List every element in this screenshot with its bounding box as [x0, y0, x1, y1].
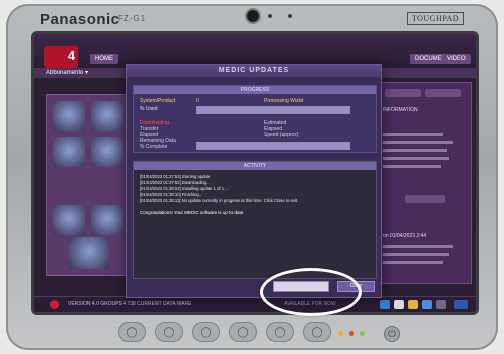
dialog-title: MEDIC UPDATES — [127, 65, 381, 77]
tile-icon[interactable] — [91, 205, 123, 235]
right-panel-button[interactable] — [405, 195, 445, 203]
tile-icon[interactable] — [69, 237, 109, 269]
hardware-button[interactable]: ◯ — [118, 322, 146, 342]
speed-label: Speed (approx) — [264, 132, 299, 138]
right-panel-tab[interactable] — [425, 89, 461, 97]
toughpad-badge: TOUGHPAD — [406, 12, 464, 25]
system-tray-icon[interactable] — [454, 300, 468, 309]
brand-label: Panasonic — [40, 11, 120, 28]
product-value: 0 — [196, 98, 199, 104]
app-logo: 4 — [44, 46, 78, 68]
nav-home[interactable]: HOME — [90, 54, 118, 64]
sensor-icon — [288, 14, 292, 18]
status-footer: VERSION 4.0 GROUPS 4 738 CURRENT DATA WA… — [34, 296, 476, 312]
hardware-button[interactable]: ◯ — [303, 322, 331, 342]
led-icon — [360, 331, 365, 336]
app-icon[interactable] — [422, 300, 432, 309]
app-icon[interactable] — [394, 300, 404, 309]
tile-icon[interactable] — [91, 137, 123, 167]
progress-bar-2 — [196, 142, 350, 150]
highlight-circle — [260, 268, 362, 316]
hardware-buttons: ◯ ◯ ◯ ◯ ◯ ◯ — [118, 322, 331, 342]
sensor-icon — [268, 14, 272, 18]
right-panel-line — [383, 133, 443, 136]
right-panel-date: on 01/04/2023 2:44 — [383, 233, 427, 239]
subscription-dropdown[interactable]: Abbonamento ▾ — [46, 69, 88, 76]
footer-status-text: VERSION 4.0 GROUPS 4 738 CURRENT DATA WA… — [68, 301, 192, 307]
nav-video[interactable]: VIDEO — [442, 54, 471, 64]
right-panel-line — [383, 245, 453, 248]
model-label: FZ-G1 — [118, 14, 147, 23]
stop-icon[interactable] — [50, 300, 59, 309]
right-panel-line — [383, 253, 449, 256]
right-panel: INFORMATION on 01/04/2023 2:44 — [376, 82, 472, 284]
right-panel-tab[interactable] — [385, 89, 421, 97]
windows-button[interactable]: ◯ — [266, 322, 294, 342]
left-panel — [46, 94, 128, 276]
power-button[interactable]: ⏻ — [384, 326, 400, 342]
log-line: [01/04/2023 01:27:53] Downloading... — [140, 180, 210, 185]
log-line: [01/04/2023 01:28:11] No update currentl… — [140, 198, 299, 203]
activity-log: ACTIVITY [01/04/2023 01:27:53] Starting … — [133, 161, 377, 279]
right-panel-line — [383, 261, 443, 264]
progress-section: PROGRESS System/Product 0 Processing Wiz… — [133, 85, 377, 153]
tile-icon[interactable] — [91, 101, 123, 131]
led-icon — [338, 331, 343, 336]
medic-updates-dialog: MEDIC UPDATES PROGRESS System/Product 0 … — [126, 64, 382, 298]
progress-bar-fill — [197, 107, 349, 113]
app-topbar: 4 HOME DOCUMENT VIDEO — [34, 34, 476, 68]
tile-icon[interactable] — [53, 101, 85, 131]
activity-header: ACTIVITY — [134, 162, 376, 170]
complete-label: % Complete — [140, 144, 168, 150]
right-panel-line — [383, 165, 441, 168]
right-panel-line — [383, 157, 449, 160]
right-panel-line — [383, 149, 447, 152]
tile-icon[interactable] — [53, 205, 85, 235]
progress-bar-1 — [196, 106, 350, 114]
progress-bar-fill — [197, 143, 349, 149]
used-label: % Used — [140, 106, 158, 112]
product-label: System/Product — [140, 98, 176, 104]
log-line: [01/04/2023 01:28:02] Installing update … — [140, 186, 229, 191]
hardware-button[interactable]: ◯ — [192, 322, 220, 342]
hardware-button[interactable]: ◯ — [155, 322, 183, 342]
browser-icon[interactable] — [380, 300, 390, 309]
completion-message: Congratulations! Your MEDIC software is … — [140, 210, 245, 215]
tablet-screen: 4 HOME DOCUMENT VIDEO Abbonamento ▾ INFO… — [34, 34, 476, 312]
led-icon — [349, 331, 354, 336]
log-line: [01/04/2023 01:27:53] Starting update — [140, 174, 211, 179]
tile-icon[interactable] — [53, 137, 85, 167]
status-leds — [338, 331, 365, 336]
right-panel-title: INFORMATION — [383, 107, 418, 113]
progress-header: PROGRESS — [134, 86, 376, 94]
processing-status: Processing Wizkit — [264, 98, 304, 104]
folder-icon[interactable] — [408, 300, 418, 309]
logo-number: 4 — [67, 48, 75, 63]
settings-icon[interactable] — [436, 300, 446, 309]
camera-icon — [247, 10, 259, 22]
hardware-button[interactable]: ◯ — [229, 322, 257, 342]
log-line: [01/04/2023 01:28:10] Finishing... — [140, 192, 203, 197]
right-panel-line — [383, 141, 453, 144]
